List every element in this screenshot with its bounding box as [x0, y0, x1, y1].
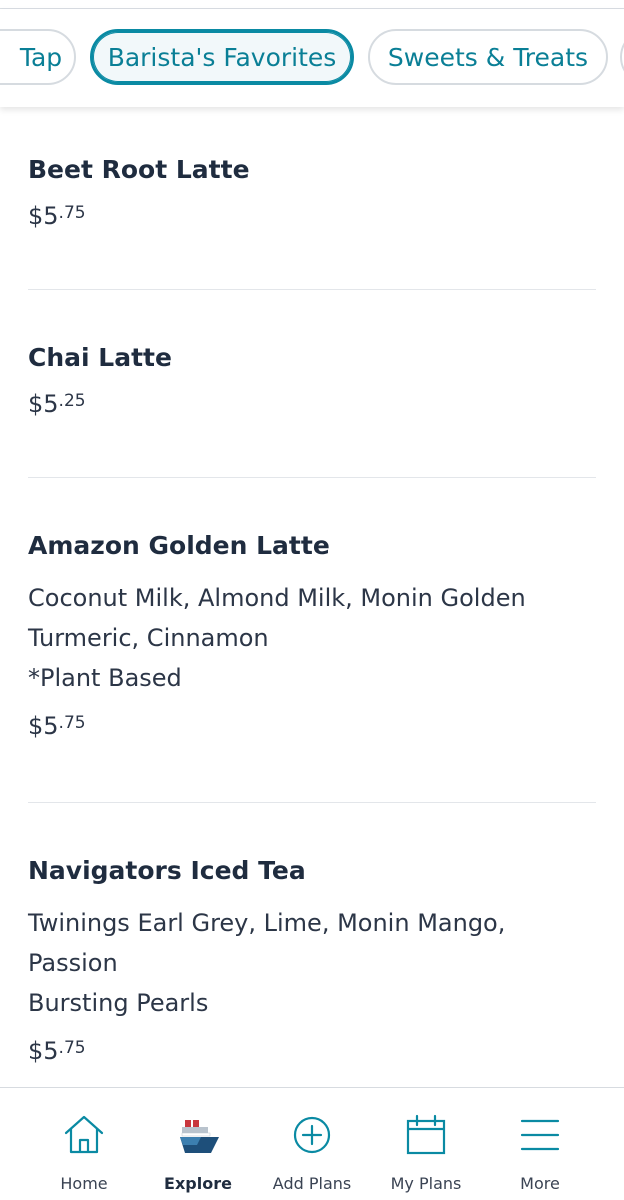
item-divider — [28, 477, 596, 478]
menu-icon — [520, 1119, 560, 1151]
description-line: Twinings Earl Grey, Lime, Monin Mango, P… — [28, 909, 506, 977]
item-title: Chai Latte — [28, 343, 172, 372]
nav-label: More — [520, 1174, 560, 1193]
menu-item[interactable]: Beet Root Latte $5.75 — [28, 155, 596, 230]
tab-tap[interactable]: Tap — [0, 29, 76, 85]
nav-label: My Plans — [390, 1174, 462, 1193]
nav-add-plans[interactable]: Add Plans — [257, 1100, 367, 1200]
price-cents: .75 — [58, 203, 86, 223]
item-price: $5.75 — [28, 712, 596, 740]
category-tabs[interactable]: Tap Barista's Favorites Sweets & Treats — [0, 9, 624, 107]
nav-home[interactable]: Home — [29, 1100, 139, 1200]
menu-item[interactable]: Amazon Golden Latte Coconut Milk, Almond… — [28, 531, 596, 740]
description-line: Turmeric, Cinnamon — [28, 624, 269, 652]
nav-label: Home — [60, 1174, 108, 1193]
item-price: $5.25 — [28, 390, 596, 418]
nav-more[interactable]: More — [485, 1100, 595, 1200]
home-icon — [64, 1115, 104, 1154]
tab-label: Sweets & Treats — [387, 42, 589, 72]
item-price: $5.75 — [28, 1037, 596, 1065]
item-description: Twinings Earl Grey, Lime, Monin Mango, P… — [28, 903, 596, 1023]
tab-next[interactable] — [620, 29, 624, 85]
description-line: *Plant Based — [28, 664, 182, 692]
item-price: $5.75 — [28, 202, 596, 230]
tab-sweets-treats[interactable]: Sweets & Treats — [368, 29, 608, 85]
tab-label: Tap — [19, 42, 63, 72]
item-divider — [28, 289, 596, 290]
description-line: Bursting Pearls — [28, 989, 209, 1017]
price-dollars: $5 — [28, 712, 59, 740]
price-cents: .25 — [58, 391, 86, 411]
price-dollars: $5 — [28, 1037, 59, 1065]
menu-item[interactable]: Chai Latte $5.25 — [28, 343, 596, 418]
add-circle-icon — [293, 1116, 331, 1154]
tab-baristas-favorites[interactable]: Barista's Favorites — [90, 29, 354, 85]
item-title: Amazon Golden Latte — [28, 531, 330, 560]
item-description: Coconut Milk, Almond Milk, Monin Golden … — [28, 578, 596, 698]
price-cents: .75 — [58, 1038, 86, 1058]
nav-label: Add Plans — [272, 1174, 352, 1193]
bottom-divider — [0, 1087, 624, 1088]
calendar-icon — [406, 1114, 446, 1155]
nav-my-plans[interactable]: My Plans — [371, 1100, 481, 1200]
nav-label: Explore — [164, 1174, 232, 1193]
nav-explore[interactable]: Explore — [143, 1100, 253, 1200]
price-dollars: $5 — [28, 202, 59, 230]
description-line: Coconut Milk, Almond Milk, Monin Golden — [28, 584, 526, 612]
menu-item[interactable]: Navigators Iced Tea Twinings Earl Grey, … — [28, 856, 596, 1065]
item-title: Navigators Iced Tea — [28, 856, 306, 885]
price-cents: .75 — [58, 713, 86, 733]
bottom-navigation: Home Explore Add Plans My Plans More — [0, 1100, 624, 1200]
price-dollars: $5 — [28, 390, 59, 418]
item-divider — [28, 802, 596, 803]
tab-label: Barista's Favorites — [107, 42, 337, 72]
item-title: Beet Root Latte — [28, 155, 250, 184]
ship-icon — [180, 1120, 219, 1153]
